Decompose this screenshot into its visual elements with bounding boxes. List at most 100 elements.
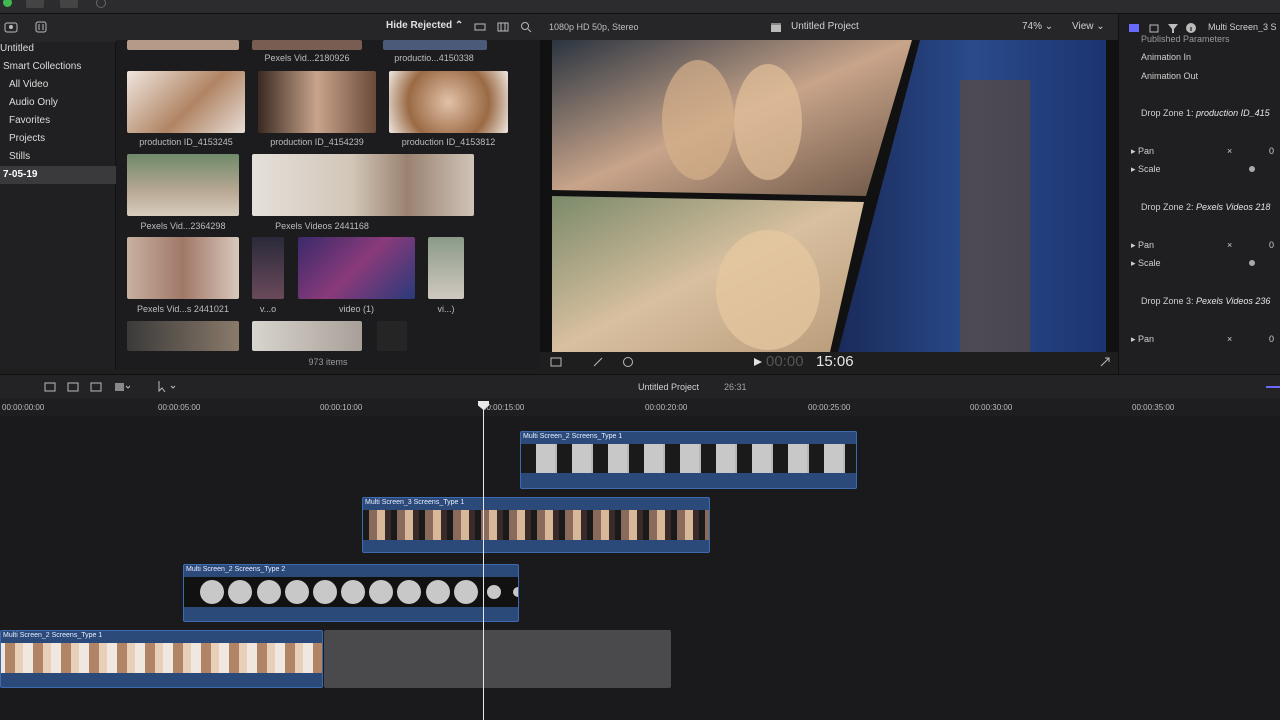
clip-name: Multi Screen_3 Screens_Type 1 — [365, 499, 465, 506]
playhead[interactable] — [483, 402, 484, 720]
clip-thumbnail[interactable] — [252, 154, 474, 216]
window-zoom-button[interactable] — [3, 0, 12, 7]
sidebar-item-favorites[interactable]: Favorites — [0, 112, 116, 130]
ruler-tick-label: 00:00:10:00 — [320, 403, 363, 412]
background-tasks-icon[interactable] — [96, 0, 106, 8]
circle-frames — [200, 580, 518, 604]
timeline-clip[interactable]: Multi Screen_2 Screens_Type 2 — [183, 564, 519, 622]
view-label: View — [1072, 21, 1094, 32]
connect-clip-icon[interactable] — [44, 381, 56, 393]
scale-row[interactable]: ▸ Scale — [1131, 258, 1191, 269]
clip-thumbnail[interactable] — [258, 71, 376, 133]
enhance-icon[interactable] — [592, 356, 604, 368]
audio-inspector-icon[interactable] — [1148, 22, 1160, 34]
ruler-tick-label: 00:00:20:00 — [645, 403, 688, 412]
play-icon[interactable] — [753, 357, 763, 367]
timeline-project-name: Untitled Project — [638, 382, 700, 392]
clip-thumbnail[interactable] — [252, 237, 284, 299]
zoom-popup[interactable]: 74% ⌄ — [1022, 21, 1053, 32]
clip-thumbnail[interactable] — [389, 71, 508, 133]
speed-icon[interactable] — [622, 356, 634, 368]
drop-zone-3-row[interactable]: Drop Zone 3: Pexels Videos 236 — [1141, 296, 1280, 306]
clip-name: Multi Screen_2 Screens_Type 1 — [3, 632, 103, 639]
keywords-button[interactable] — [60, 0, 78, 8]
timeline-clip[interactable]: Multi Screen_3 Screens_Type 1 — [362, 497, 710, 553]
drop-zone-1-value: production ID_415 — [1196, 108, 1270, 118]
clip-thumbnail[interactable] — [127, 71, 245, 133]
clip-thumbnail[interactable] — [377, 321, 407, 351]
reset-icon[interactable]: × — [1227, 146, 1232, 156]
clip-thumbnail[interactable] — [127, 154, 239, 216]
insert-clip-icon[interactable] — [67, 381, 79, 393]
clip-filmstrip — [1, 643, 322, 673]
info-icon[interactable] — [1185, 22, 1197, 34]
view-popup[interactable]: View ⌄ — [1072, 21, 1105, 32]
zoom-slider[interactable] — [1266, 386, 1280, 388]
viewer-toolbar: 1080p HD 50p, Stereo Untitled Project 74… — [540, 14, 1118, 40]
fullscreen-icon[interactable] — [1099, 356, 1111, 368]
overwrite-clip-icon[interactable] — [114, 381, 130, 393]
animation-in-label: Animation In — [1141, 52, 1192, 62]
filmstrip-icon[interactable] — [497, 21, 509, 33]
transform-icon[interactable] — [550, 356, 562, 368]
pan-row[interactable]: ▸ Pan — [1131, 146, 1191, 157]
timeline-clip[interactable]: Multi Screen_2 Screens_Type 1 — [520, 431, 857, 489]
select-tool-icon[interactable] — [156, 380, 178, 394]
reset-icon[interactable]: × — [1227, 334, 1232, 344]
viewer-canvas[interactable] — [540, 40, 1118, 352]
clip-filmstrip — [521, 444, 856, 473]
reset-icon[interactable]: × — [1227, 240, 1232, 250]
import-button[interactable] — [26, 0, 44, 8]
timeline-clip[interactable]: Multi Screen_2 Screens_Type 1 — [0, 630, 323, 688]
clip-thumbnail[interactable] — [428, 237, 464, 299]
clip-thumbnail[interactable] — [298, 237, 415, 299]
gap-clip[interactable] — [324, 630, 671, 688]
sidebar-item-audio-only[interactable]: Audio Only — [0, 94, 116, 112]
scale-slider-knob[interactable] — [1249, 166, 1255, 172]
clip-thumbnail[interactable] — [383, 40, 487, 50]
clip-thumbnail[interactable] — [252, 321, 362, 351]
scale-slider-knob[interactable] — [1249, 260, 1255, 266]
chevron-down-icon: ⌄ — [1044, 21, 1054, 32]
scale-row[interactable]: ▸ Scale — [1131, 164, 1191, 175]
sidebar-item-event[interactable]: 7-05-19 — [0, 166, 116, 184]
clip-thumbnail[interactable] — [127, 40, 239, 50]
library-title[interactable]: Untitled — [0, 40, 116, 58]
clip-appearance-icon[interactable] — [474, 21, 486, 33]
photos-audio-icon[interactable] — [34, 20, 48, 34]
clip-thumbnail[interactable] — [252, 40, 362, 50]
clip-name: Multi Screen_2 Screens_Type 2 — [186, 566, 286, 573]
timeline-toolbar: Untitled Project 26:31 — [0, 374, 1280, 398]
clip-thumbnail[interactable] — [127, 237, 239, 299]
sidebar-item-smart-collections[interactable]: Smart Collections — [0, 58, 116, 76]
drop-zone-1-row[interactable]: Drop Zone 1: production ID_415 — [1141, 108, 1280, 118]
pan-row[interactable]: ▸ Pan — [1131, 240, 1191, 251]
timecode-display: 15:06 — [816, 353, 854, 370]
filter-popup[interactable]: Hide Rejected ⌃ — [386, 20, 463, 31]
ruler-tick-label: 00:00:35:00 — [1132, 403, 1175, 412]
drop-zone-2-label: Drop Zone 2: — [1141, 202, 1194, 212]
clip-caption: Pexels Videos 2441168 — [275, 221, 369, 231]
append-clip-icon[interactable] — [90, 381, 102, 393]
pan-row[interactable]: ▸ Pan — [1131, 334, 1191, 345]
timecode-dim: 00:00 — [766, 353, 804, 370]
ruler-tick-label: 00:00:05:00 — [158, 403, 201, 412]
search-icon[interactable] — [520, 21, 532, 33]
multi-screen-preview — [552, 40, 1106, 352]
filter-inspector-icon[interactable] — [1167, 22, 1179, 34]
pan-value: 0 — [1269, 334, 1275, 344]
video-inspector-icon[interactable] — [1128, 22, 1140, 34]
sidebar-item-projects[interactable]: Projects — [0, 130, 116, 148]
clip-thumbnail[interactable] — [127, 321, 239, 351]
chevron-updown-icon: ⌃ — [454, 20, 464, 31]
timeline-ruler[interactable]: 00:00:00:00 00:00:05:00 00:00:10:00 00:0… — [0, 398, 1280, 416]
drop-zone-2-value: Pexels Videos 218 — [1196, 202, 1271, 212]
clip-caption: production ID_4154239 — [270, 137, 364, 147]
drop-zone-2-row[interactable]: Drop Zone 2: Pexels Videos 218 — [1141, 202, 1280, 212]
final-cut-window: Untitled Smart Collections All Video Aud… — [0, 0, 1280, 720]
libraries-icon[interactable] — [4, 20, 18, 34]
pan-value: 0 — [1269, 240, 1275, 250]
sidebar-item-stills[interactable]: Stills — [0, 148, 116, 166]
ruler-tick-label: 00:00:30:00 — [970, 403, 1013, 412]
sidebar-item-all-video[interactable]: All Video — [0, 76, 116, 94]
